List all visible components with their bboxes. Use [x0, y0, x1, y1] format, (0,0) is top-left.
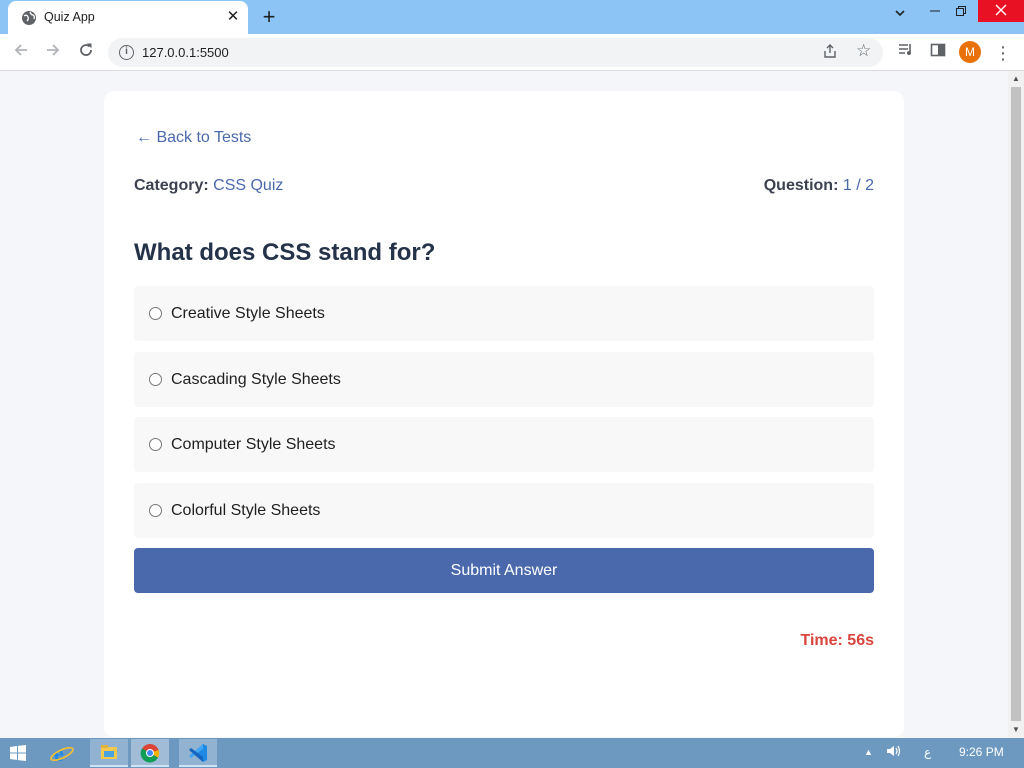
- radio-button[interactable]: [149, 438, 162, 451]
- timer: Time: 56s: [800, 632, 874, 649]
- answer-option[interactable]: Creative Style Sheets: [134, 286, 874, 341]
- option-label[interactable]: Creative Style Sheets: [171, 305, 325, 323]
- browser-tab[interactable]: Quiz App ✕: [8, 1, 248, 34]
- vscode-icon[interactable]: [179, 739, 217, 767]
- back-to-tests-link[interactable]: ← Back to Tests: [136, 129, 251, 147]
- scroll-thumb[interactable]: [1011, 87, 1021, 721]
- side-panel-icon[interactable]: [925, 40, 951, 66]
- plus-icon[interactable]: +: [257, 5, 281, 29]
- minimize-icon[interactable]: [922, 0, 948, 24]
- question-text: What does CSS stand for?: [134, 239, 436, 266]
- quiz-card: ← Back to Tests Category: CSS Quiz Quest…: [104, 91, 904, 737]
- share-icon[interactable]: [822, 43, 838, 63]
- forward-arrow-icon[interactable]: [40, 40, 66, 66]
- category-value: CSS Quiz: [213, 177, 284, 194]
- page-viewport: ← Back to Tests Category: CSS Quiz Quest…: [0, 71, 1008, 738]
- system-clock[interactable]: 9:26 PM: [959, 745, 1004, 759]
- question-label: Question:: [763, 177, 839, 194]
- language-indicator[interactable]: ع: [924, 745, 931, 759]
- close-icon[interactable]: [978, 0, 1024, 22]
- windows-taskbar: e ▲ ع 9:26 PM: [0, 738, 1024, 768]
- answer-option[interactable]: Colorful Style Sheets: [134, 483, 874, 538]
- file-explorer-icon[interactable]: [90, 739, 128, 767]
- media-icon[interactable]: [893, 40, 919, 66]
- windows-start-icon[interactable]: [10, 745, 26, 761]
- chrome-icon[interactable]: [131, 739, 169, 767]
- browser-titlebar: Quiz App ✕ +: [0, 0, 1024, 34]
- radio-button[interactable]: [149, 307, 162, 320]
- info-icon[interactable]: i: [119, 45, 134, 60]
- category-label: Category:: [134, 177, 209, 194]
- tab-title: Quiz App: [44, 10, 95, 24]
- answer-option[interactable]: Cascading Style Sheets: [134, 352, 874, 407]
- answer-option[interactable]: Computer Style Sheets: [134, 417, 874, 472]
- ie-icon[interactable]: e: [44, 739, 82, 767]
- avatar[interactable]: M: [959, 41, 981, 63]
- chevron-up-icon[interactable]: ▲: [864, 747, 873, 757]
- scroll-down-icon[interactable]: ▼: [1012, 725, 1020, 734]
- maximize-icon[interactable]: [948, 0, 974, 24]
- chevron-down-icon[interactable]: [887, 3, 913, 27]
- question-counter: Question: 1 / 2: [764, 177, 874, 195]
- url-text[interactable]: 127.0.0.1:5500: [142, 45, 229, 60]
- reload-icon[interactable]: [73, 40, 99, 66]
- kebab-menu-icon[interactable]: ⋮: [990, 40, 1016, 66]
- radio-button[interactable]: [149, 504, 162, 517]
- option-label[interactable]: Computer Style Sheets: [171, 436, 336, 454]
- volume-icon[interactable]: [885, 743, 901, 762]
- vertical-scrollbar[interactable]: ▲ ▼: [1008, 71, 1024, 738]
- submit-answer-button[interactable]: Submit Answer: [134, 548, 874, 593]
- browser-toolbar: i 127.0.0.1:5500 ☆ M ⋮: [0, 34, 1024, 71]
- radio-button[interactable]: [149, 373, 162, 386]
- question-value: 1 / 2: [842, 177, 874, 194]
- option-label[interactable]: Colorful Style Sheets: [171, 502, 320, 520]
- scroll-up-icon[interactable]: ▲: [1012, 74, 1020, 83]
- category-info: Category: CSS Quiz: [134, 177, 283, 195]
- close-icon[interactable]: ✕: [224, 8, 242, 26]
- address-bar[interactable]: i 127.0.0.1:5500 ☆: [108, 38, 883, 67]
- option-label[interactable]: Cascading Style Sheets: [171, 371, 341, 389]
- star-icon[interactable]: ☆: [856, 41, 871, 61]
- back-arrow-icon[interactable]: [8, 40, 34, 66]
- globe-icon: [22, 11, 36, 25]
